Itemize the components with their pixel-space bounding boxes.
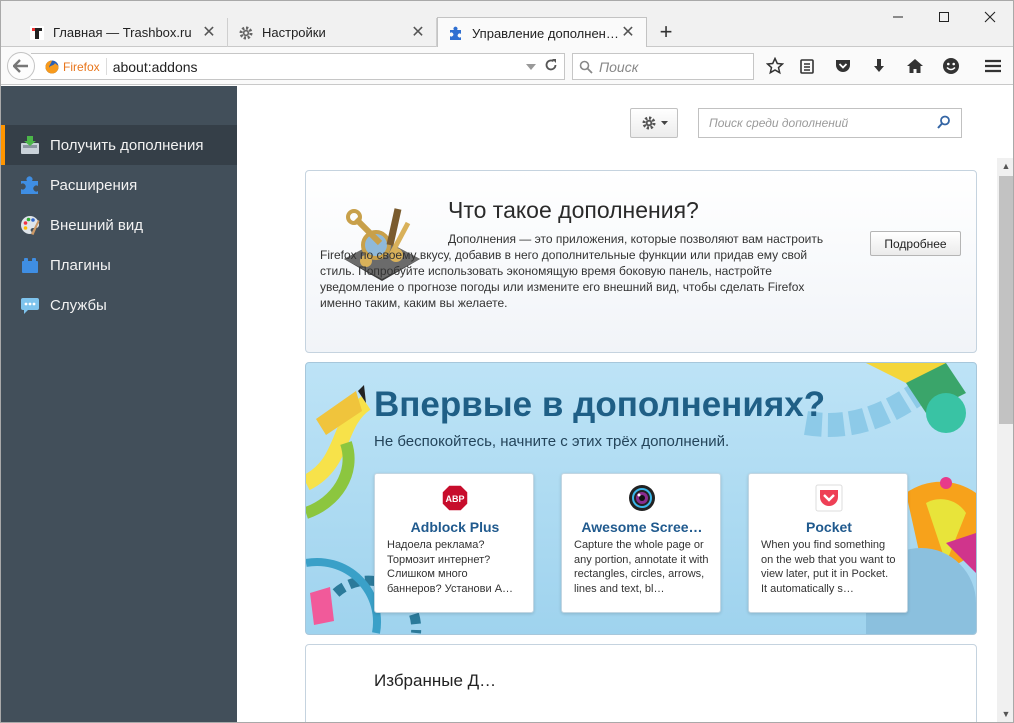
navigation-toolbar: Firefox about:addons Поиск <box>1 47 1013 85</box>
firefox-window: Главная — Trashbox.ru ✕ Настройки ✕ Упра… <box>0 0 1014 723</box>
promo-subtitle: Не беспокойтесь, начните с этих трёх доп… <box>374 433 730 450</box>
addon-description: Надоела реклама? Тормозит интернет? Слиш… <box>387 539 514 595</box>
category-label: Службы <box>50 296 107 314</box>
intro-title: Что такое дополнения? <box>448 197 699 223</box>
back-arrow-icon <box>13 59 28 73</box>
maximize-button[interactable] <box>921 3 967 31</box>
hello-smiley-icon[interactable] <box>941 56 961 76</box>
new-to-addons-promo: Впервые в дополнениях? Не беспокойтесь, … <box>305 362 977 635</box>
learn-more-button[interactable]: Подробнее <box>870 231 961 256</box>
addons-content-pane: Поиск среди дополнений Что такое дополне… <box>237 86 1013 722</box>
hamburger-menu-icon[interactable] <box>983 56 1003 76</box>
addon-card-pocket[interactable]: Pocket When you find something on the we… <box>748 473 908 613</box>
scroll-down-arrow-icon[interactable]: ▼ <box>1000 709 1012 721</box>
addon-name[interactable]: Adblock Plus <box>375 519 535 535</box>
close-tab-icon[interactable]: ✕ <box>201 24 217 41</box>
search-placeholder: Поиск <box>599 58 639 75</box>
back-button[interactable] <box>7 52 35 80</box>
category-extensions[interactable]: Расширения <box>1 165 237 205</box>
new-tab-button[interactable]: + <box>653 19 679 45</box>
tab-label: Управление дополнениями <box>472 25 620 41</box>
trashbox-favicon <box>29 25 45 41</box>
what-are-addons-card: Что такое дополнения? Дополнения — это п… <box>305 170 977 353</box>
reading-list-icon[interactable] <box>797 56 817 76</box>
pocket-toolbar-icon[interactable] <box>833 56 853 76</box>
featured-section-title: Избранные Д… <box>374 671 497 690</box>
addon-card-awesome-screenshot[interactable]: Awesome Scree… Capture the whole page or… <box>561 473 721 613</box>
dropdown-arrow-icon[interactable] <box>526 59 536 74</box>
identity-label: Firefox <box>63 59 100 74</box>
content-scrollbar[interactable]: ▲ ▼ <box>997 158 1013 722</box>
tab-addons-manager[interactable]: Управление дополнениями ✕ <box>437 17 647 48</box>
firefox-logo-icon <box>45 60 59 74</box>
palette-icon <box>19 214 41 236</box>
url-bar[interactable]: Firefox about:addons <box>31 53 565 80</box>
addon-card-adblock[interactable]: ABP Adblock Plus Надоела реклама? Тормоз… <box>374 473 534 613</box>
puzzle-icon <box>448 25 464 41</box>
search-icon[interactable] <box>937 115 951 132</box>
minimize-button[interactable] <box>875 3 921 31</box>
search-icon <box>579 60 593 74</box>
search-addons-placeholder: Поиск среди дополнений <box>709 116 849 130</box>
promo-title: Впервые в дополнениях? <box>374 385 826 424</box>
category-services[interactable]: Службы <box>1 285 237 325</box>
reload-icon[interactable] <box>544 58 558 75</box>
category-get-addons[interactable]: Получить дополнения <box>1 125 237 165</box>
plugin-brick-icon <box>19 254 41 276</box>
tab-label: Главная — Trashbox.ru <box>53 25 192 40</box>
tab-strip: Главная — Trashbox.ru ✕ Настройки ✕ Упра… <box>1 1 1013 48</box>
url-text[interactable]: about:addons <box>107 59 526 75</box>
featured-addons-card: Избранные Д… <box>305 644 977 722</box>
downloads-icon[interactable] <box>869 56 889 76</box>
tab-settings[interactable]: Настройки ✕ <box>228 18 437 47</box>
services-bubble-icon <box>19 294 41 316</box>
web-search-input[interactable]: Поиск <box>572 53 754 80</box>
category-label: Плагины <box>50 256 111 274</box>
close-tab-icon[interactable]: ✕ <box>620 25 636 41</box>
bookmark-star-icon[interactable] <box>765 56 785 76</box>
category-plugins[interactable]: Плагины <box>1 245 237 285</box>
camera-lens-icon <box>628 484 656 512</box>
gear-icon <box>641 115 657 131</box>
get-addons-icon <box>19 134 41 156</box>
category-label: Внешний вид <box>50 216 143 234</box>
abp-icon: ABP <box>441 484 469 512</box>
chevron-down-icon <box>660 120 668 126</box>
intro-text: Дополнения — это приложения, которые поз… <box>320 232 824 310</box>
category-label: Расширения <box>50 176 138 194</box>
category-label: Получить дополнения <box>50 136 204 154</box>
svg-text:ABP: ABP <box>445 494 464 504</box>
scrollbar-thumb[interactable] <box>999 176 1013 424</box>
tab-label: Настройки <box>262 25 326 40</box>
tab-trashbox[interactable]: Главная — Trashbox.ru ✕ <box>19 18 228 47</box>
search-addons-input[interactable]: Поиск среди дополнений <box>698 108 962 138</box>
addon-name[interactable]: Awesome Scree… <box>562 519 722 535</box>
addon-description: Capture the whole page or any portion, a… <box>574 539 709 595</box>
addons-categories-sidebar: Получить дополнения Расширения Внешний в… <box>1 86 237 722</box>
home-icon[interactable] <box>905 56 925 76</box>
addon-description: When you find something on the web that … <box>761 539 896 595</box>
close-window-button[interactable] <box>967 3 1013 31</box>
addon-name[interactable]: Pocket <box>749 519 909 535</box>
category-appearance[interactable]: Внешний вид <box>1 205 237 245</box>
close-tab-icon[interactable]: ✕ <box>410 24 426 41</box>
gear-icon <box>238 25 254 41</box>
scroll-up-arrow-icon[interactable]: ▲ <box>1000 161 1012 173</box>
pocket-icon <box>815 484 843 512</box>
puzzle-icon <box>19 174 41 196</box>
tools-gear-button[interactable] <box>630 108 678 138</box>
identity-box[interactable]: Firefox <box>31 58 107 75</box>
